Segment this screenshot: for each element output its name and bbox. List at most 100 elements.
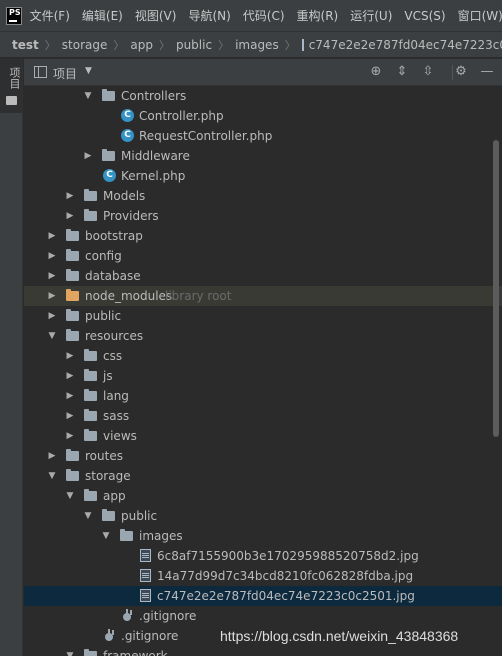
tree-item-storage[interactable]: ▼ storage bbox=[24, 466, 502, 486]
tree-item-node-modules[interactable]: ▶ node_modules library root bbox=[24, 286, 502, 306]
tree-item-requestcontroller-php[interactable]: C RequestController.php bbox=[24, 126, 502, 146]
tree-item-label: Models bbox=[103, 189, 146, 203]
tree-item-css[interactable]: ▶ css bbox=[24, 346, 502, 366]
folder-icon bbox=[102, 509, 115, 521]
tree-item-gitignore[interactable]: .gitignore bbox=[24, 606, 502, 626]
project-tree: ▼ Controllers C Controller.php C Request… bbox=[24, 86, 502, 656]
tree-item-controller-php[interactable]: C Controller.php bbox=[24, 106, 502, 126]
breadcrumb-item-storage[interactable]: storage bbox=[62, 38, 108, 52]
expand-arrow-icon[interactable]: ▼ bbox=[82, 90, 94, 102]
project-view-title[interactable]: 项目 bbox=[53, 65, 77, 82]
tree-scrollbar[interactable] bbox=[493, 140, 499, 437]
breadcrumb-separator-icon: 〉 bbox=[113, 38, 125, 52]
menu-file[interactable]: 文件(F) bbox=[30, 7, 70, 24]
folder-icon bbox=[66, 309, 79, 321]
tree-item-image-file-selected[interactable]: c747e2e2e787fd04ec74e7223c0c2501.jpg bbox=[24, 586, 502, 606]
collapse-arrow-icon[interactable]: ▶ bbox=[46, 230, 58, 242]
menu-navigate[interactable]: 导航(N) bbox=[188, 7, 230, 24]
image-file-icon bbox=[301, 38, 304, 51]
tree-item-label: public bbox=[121, 509, 158, 523]
folder-icon bbox=[6, 96, 17, 105]
collapse-arrow-icon[interactable]: ▶ bbox=[64, 370, 76, 382]
collapse-arrow-icon[interactable]: ▶ bbox=[46, 450, 58, 462]
tree-item-image-file[interactable]: 14a77d99d7c34bcd8210fc062828fdba.jpg bbox=[24, 566, 502, 586]
breadcrumb-item-file[interactable]: c747e2e2e787fd04ec74e7223c0c2501.jpg bbox=[309, 38, 502, 52]
collapse-arrow-icon[interactable]: ▶ bbox=[46, 270, 58, 282]
expand-arrow-icon[interactable]: ▼ bbox=[64, 490, 76, 502]
gitignore-icon bbox=[103, 629, 116, 642]
collapse-all-icon[interactable]: ⇳ bbox=[419, 63, 437, 81]
expand-arrow-icon[interactable]: ▼ bbox=[46, 470, 58, 482]
folder-icon bbox=[84, 369, 97, 381]
menu-view[interactable]: 视图(V) bbox=[135, 7, 177, 24]
tree-item-label: Controller.php bbox=[139, 109, 224, 123]
tree-item-label: Middleware bbox=[121, 149, 190, 163]
folder-icon bbox=[66, 449, 79, 461]
tree-item-middleware[interactable]: ▶ Middleware bbox=[24, 146, 502, 166]
tree-item-app-public[interactable]: ▼ public bbox=[24, 506, 502, 526]
collapse-arrow-icon[interactable]: ▶ bbox=[64, 190, 76, 202]
folder-icon bbox=[66, 229, 79, 241]
breadcrumb-item-public[interactable]: public bbox=[176, 38, 212, 52]
tree-item-label: storage bbox=[85, 469, 131, 483]
tree-item-routes[interactable]: ▶ routes bbox=[24, 446, 502, 466]
menu-refactor[interactable]: 重构(R) bbox=[297, 7, 339, 24]
collapse-arrow-icon[interactable]: ▶ bbox=[64, 410, 76, 422]
breadcrumb-item-test[interactable]: test bbox=[12, 38, 39, 52]
folder-icon bbox=[84, 189, 97, 201]
breadcrumb-item-images[interactable]: images bbox=[235, 38, 279, 52]
collapse-arrow-icon[interactable]: ▶ bbox=[82, 150, 94, 162]
chevron-down-icon[interactable]: ▼ bbox=[85, 66, 92, 76]
tree-item-label: 6c8af7155900b3e170295988520758d2.jpg bbox=[157, 549, 419, 563]
folder-icon bbox=[84, 649, 97, 656]
tree-item-providers[interactable]: ▶ Providers bbox=[24, 206, 502, 226]
collapse-arrow-icon[interactable]: ▶ bbox=[46, 290, 58, 302]
expand-all-icon[interactable]: ⇕ bbox=[393, 63, 411, 81]
tree-item-images[interactable]: ▼ images bbox=[24, 526, 502, 546]
library-root-note: library root bbox=[165, 289, 232, 303]
menu-run[interactable]: 运行(U) bbox=[350, 7, 392, 24]
project-tool-tab[interactable]: 项目 bbox=[0, 59, 22, 113]
tree-item-js[interactable]: ▶ js bbox=[24, 366, 502, 386]
expand-arrow-icon[interactable]: ▼ bbox=[64, 650, 76, 656]
folder-icon bbox=[84, 349, 97, 361]
collapse-arrow-icon[interactable]: ▶ bbox=[64, 390, 76, 402]
tree-item-label: .gitignore bbox=[139, 609, 197, 623]
menu-vcs[interactable]: VCS(S) bbox=[404, 9, 445, 23]
minimize-icon[interactable]: — bbox=[478, 63, 496, 81]
tree-item-sass[interactable]: ▶ sass bbox=[24, 406, 502, 426]
expand-arrow-icon[interactable]: ▼ bbox=[46, 330, 58, 342]
tree-item-app[interactable]: ▼ app bbox=[24, 486, 502, 506]
tree-item-resources[interactable]: ▼ resources bbox=[24, 326, 502, 346]
breadcrumb-item-app[interactable]: app bbox=[130, 38, 153, 52]
collapse-arrow-icon[interactable]: ▶ bbox=[64, 210, 76, 222]
collapse-arrow-icon[interactable]: ▶ bbox=[64, 350, 76, 362]
tree-item-label: database bbox=[85, 269, 141, 283]
menu-window[interactable]: 窗口(W) bbox=[458, 7, 502, 24]
tree-item-config[interactable]: ▶ config bbox=[24, 246, 502, 266]
gear-icon[interactable]: ⚙ bbox=[452, 63, 470, 81]
tree-item-framework[interactable]: ▼ framework bbox=[24, 646, 502, 656]
breadcrumb-separator-icon: 〉 bbox=[158, 38, 170, 52]
tree-item-views[interactable]: ▶ views bbox=[24, 426, 502, 446]
collapse-arrow-icon[interactable]: ▶ bbox=[64, 430, 76, 442]
tree-item-database[interactable]: ▶ database bbox=[24, 266, 502, 286]
locate-target-icon[interactable]: ⊕ bbox=[367, 63, 385, 81]
tree-item-kernel-php[interactable]: C Kernel.php bbox=[24, 166, 502, 186]
menu-edit[interactable]: 编辑(E) bbox=[82, 7, 123, 24]
breadcrumb-separator-icon: 〉 bbox=[218, 38, 230, 52]
collapse-arrow-icon[interactable]: ▶ bbox=[46, 310, 58, 322]
expand-arrow-icon[interactable]: ▼ bbox=[100, 530, 112, 542]
tree-item-lang[interactable]: ▶ lang bbox=[24, 386, 502, 406]
tree-item-image-file[interactable]: 6c8af7155900b3e170295988520758d2.jpg bbox=[24, 546, 502, 566]
tree-item-bootstrap[interactable]: ▶ bootstrap bbox=[24, 226, 502, 246]
folder-icon bbox=[84, 389, 97, 401]
tree-item-controllers[interactable]: ▼ Controllers bbox=[24, 86, 502, 106]
collapse-arrow-icon[interactable]: ▶ bbox=[46, 250, 58, 262]
tree-item-models[interactable]: ▶ Models bbox=[24, 186, 502, 206]
tree-item-label: Controllers bbox=[121, 89, 187, 103]
expand-arrow-icon[interactable]: ▼ bbox=[82, 510, 94, 522]
image-file-icon bbox=[140, 589, 151, 602]
menu-code[interactable]: 代码(C) bbox=[243, 7, 285, 24]
tree-item-public[interactable]: ▶ public bbox=[24, 306, 502, 326]
